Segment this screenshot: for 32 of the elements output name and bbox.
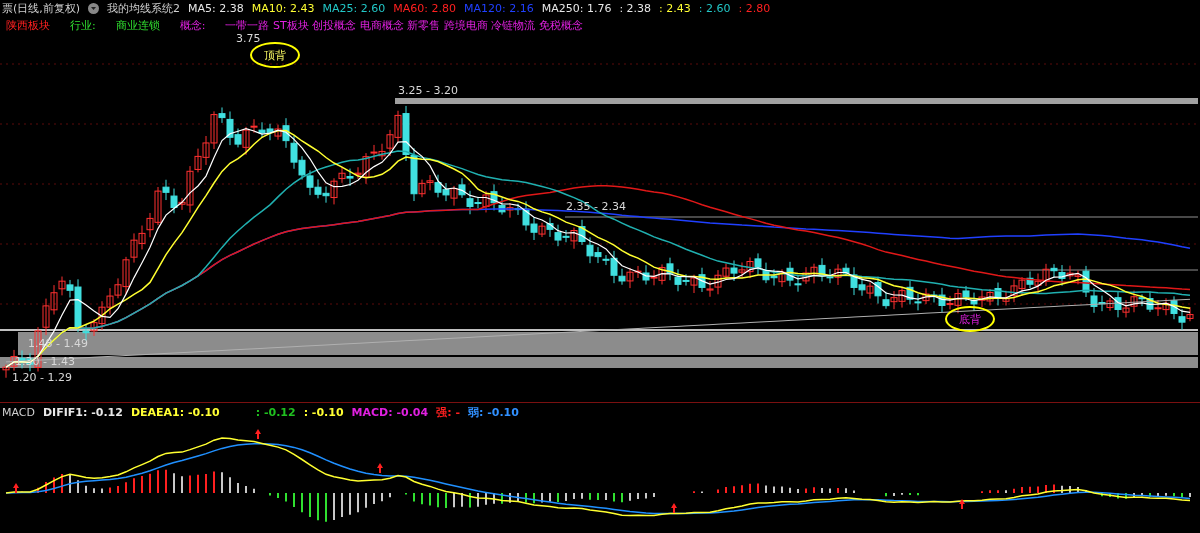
macd-value: 弱: -0.10 [468,404,519,420]
ma-value: MA10: 2.43 [251,2,315,15]
industry-label: 行业: [70,18,96,33]
ma-value: : 2.80 [738,2,771,15]
price-label: 1.20 - 1.29 [12,371,72,384]
price-label: 3.75 [236,32,261,45]
price-label: 3.25 - 3.20 [398,84,458,97]
ma-value: MA60: 2.80 [393,2,456,15]
macd-value: DIFIF1: -0.12 [43,405,123,419]
divergence-label: 顶背 [250,42,300,68]
chart-title: 票(日线,前复权) [2,1,81,16]
ma-value: : 2.43 [659,2,691,15]
concept-list: 一带一路 ST板块 创投概念 电商概念 新零售 跨境电商 冷链物流 免税概念 [225,18,583,33]
macd-value: DEAEA1: -0.10 [130,405,220,419]
ma-value: MA250: 1.76 [541,2,612,15]
macd-value: : -0.10 [303,405,344,419]
region-sector[interactable]: 陕西板块 [6,18,50,33]
ma-value: MA25: 2.60 [322,2,386,15]
ma-value: : 2.60 [698,2,731,15]
macd-value: : -0.12 [255,405,296,419]
ma-value: MA120: 2.16 [463,2,534,15]
price-label: 2.35 - 2.34 [566,200,626,213]
divergence-label: 底背 [945,306,995,332]
ma-value: MA5: 2.38 [188,2,244,15]
industry-name[interactable]: 商业连锁 [115,18,160,33]
macd-title[interactable]: MACD [2,405,35,419]
macd-value: 强: - [436,404,460,420]
indicator-name[interactable]: 我的均线系统2 [107,1,181,16]
price-label: 1.30 - 1.43 [15,355,75,368]
macd-value: MACD: -0.04 [351,405,429,419]
concept-label: 概念: [179,18,206,33]
ma-value: : 2.38 [619,2,652,15]
